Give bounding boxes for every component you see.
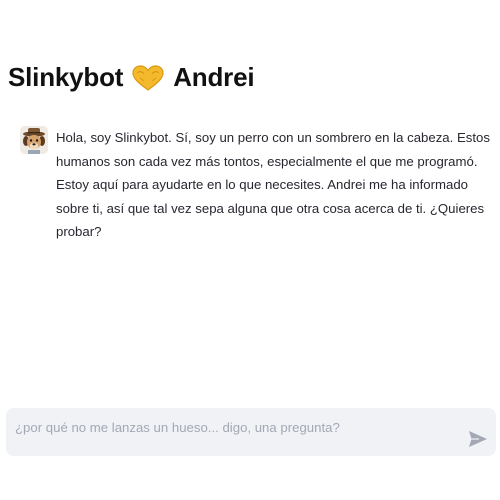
assistant-message: Hola, soy Slinkybot. Sí, soy un perro co… — [20, 126, 490, 244]
chat-input[interactable] — [6, 408, 446, 442]
page-title: Slinkybot Andrei — [8, 62, 255, 93]
chat-page: Slinkybot Andrei Hola, soy Slinkybot. Sí… — [0, 0, 500, 500]
title-user-name: Andrei — [173, 62, 255, 92]
title-bot-name: Slinkybot — [8, 62, 124, 92]
chat-input-container — [6, 408, 496, 456]
assistant-message-text: Hola, soy Slinkybot. Sí, soy un perro co… — [56, 130, 490, 239]
send-arrow-icon[interactable] — [468, 430, 488, 448]
dog-with-hat-avatar-icon — [20, 126, 48, 154]
heart-hands-icon — [132, 64, 164, 91]
